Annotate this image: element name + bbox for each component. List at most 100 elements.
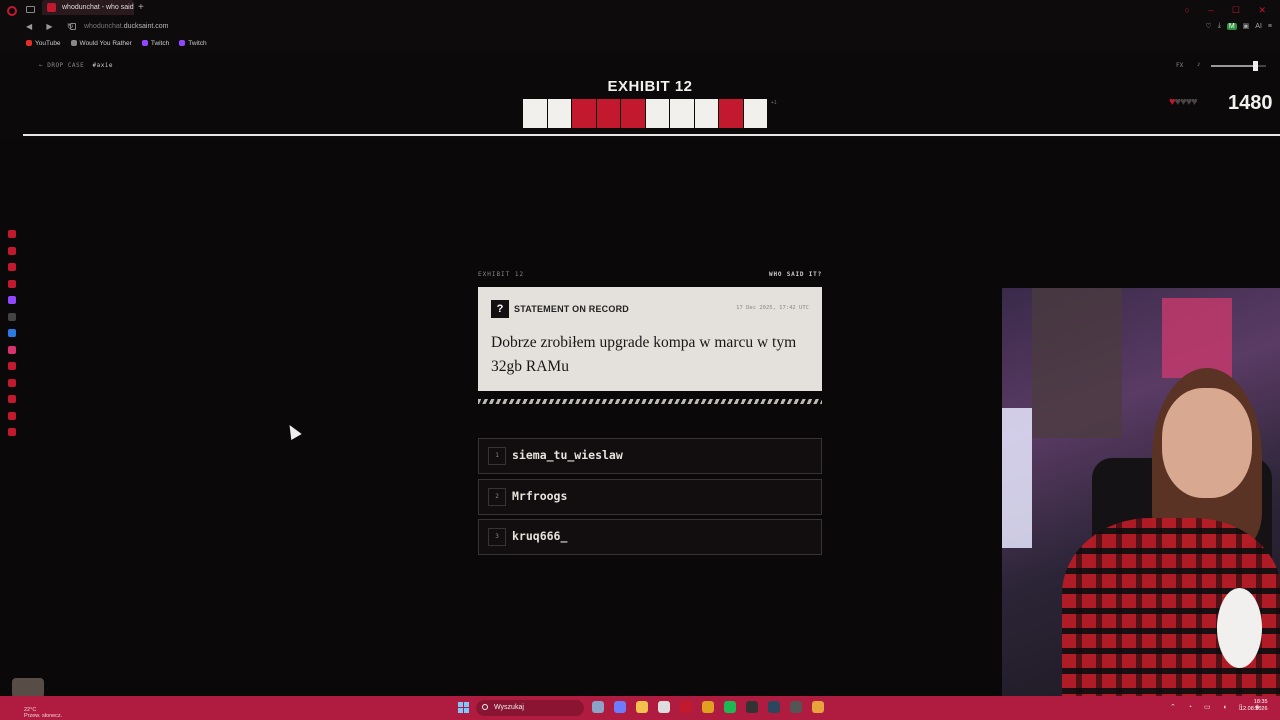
sidebar-more-icon[interactable] <box>8 428 16 436</box>
extensions-area: ♡ ⤓ M ▣ AI ≡ <box>1205 22 1272 30</box>
answer-number: 2 <box>488 487 506 506</box>
browser-tab-active[interactable]: whodunchat - who said <box>42 0 134 15</box>
sidebar-aria-icon[interactable] <box>8 230 16 238</box>
extension-m-icon[interactable]: M <box>1226 22 1237 30</box>
progress-tile-white <box>694 99 718 128</box>
app-icon[interactable] <box>702 701 714 713</box>
progress-tile-red <box>572 99 596 128</box>
sidebar-pin-icon[interactable] <box>8 362 16 370</box>
sidebar-clock-icon[interactable] <box>8 395 16 403</box>
opera-logo-icon[interactable] <box>7 6 17 16</box>
search-icon <box>482 704 488 710</box>
sidebar-instagram-icon[interactable] <box>8 345 16 354</box>
tab-title: whodunchat - who said <box>62 4 134 11</box>
progress-tile-white <box>645 99 669 128</box>
sidebar-settings-icon[interactable] <box>8 279 16 288</box>
file-explorer-icon[interactable] <box>636 701 648 713</box>
streamer-face <box>1162 388 1252 498</box>
answer-number: 1 <box>488 447 506 465</box>
volume-slider[interactable] <box>1211 61 1266 71</box>
sidebar-music-icon[interactable] <box>8 246 16 255</box>
plush-toy <box>1217 588 1262 668</box>
statement-card: ? STATEMENT ON RECORD 17 Dec 2025, 17:42… <box>478 287 822 391</box>
window-controls[interactable]: ○ – ☐ ✕ <box>1184 5 1274 16</box>
task-view-icon[interactable] <box>592 701 604 713</box>
mouse-cursor-icon <box>284 421 302 441</box>
sidebar-x-icon[interactable] <box>8 312 16 321</box>
bookmark-twitch-2[interactable]: Twitch <box>179 40 207 47</box>
channel-name: #axie <box>92 62 114 69</box>
wall-poster <box>1162 298 1232 378</box>
download-icon[interactable]: ⤓ <box>1218 22 1221 30</box>
fx-toggle[interactable]: FX <box>1176 62 1183 69</box>
window-light <box>1002 408 1032 548</box>
bookmark-twitch-1[interactable]: Twitch <box>141 40 169 47</box>
new-tab-icon[interactable]: + <box>138 2 144 13</box>
statement-text: Dobrze zrobiłem upgrade kompa w marcu w … <box>491 334 797 375</box>
progress-tile-white <box>670 99 694 128</box>
webcam-overlay <box>1002 288 1280 700</box>
question-icon: ? <box>491 300 509 318</box>
obs-icon[interactable] <box>790 701 802 713</box>
music-note-icon[interactable]: ♪ <box>1197 61 1201 68</box>
taskbar-apps <box>592 701 824 713</box>
progress-tiles <box>523 99 767 128</box>
windows-start-icon[interactable] <box>458 702 469 713</box>
answer-option-2[interactable]: 2 Mrfroogs <box>478 478 822 515</box>
progress-tile-white <box>523 99 547 128</box>
torn-edge-divider <box>478 399 822 404</box>
twitch-icon <box>179 40 186 46</box>
sidebar-history-icon[interactable] <box>8 378 16 387</box>
browser-sidebar <box>4 230 20 445</box>
store-icon[interactable] <box>658 701 670 713</box>
chrome-icon[interactable] <box>812 701 824 713</box>
youtube-icon <box>26 40 32 46</box>
chat-app-icon[interactable] <box>614 701 626 713</box>
site-favicon-icon <box>47 3 56 12</box>
taskbar-search[interactable]: Wyszukaj <box>476 700 584 716</box>
answer-option-3[interactable]: 3 kruq666_ <box>478 519 822 555</box>
extensions-icon[interactable]: ▣ <box>1243 22 1250 30</box>
weather-text[interactable]: 22°C Przew. słonecz. <box>24 707 62 719</box>
steam-icon[interactable] <box>768 701 780 713</box>
progress-tile-white <box>743 99 767 128</box>
tab-menu-icon[interactable] <box>26 6 35 13</box>
spotify-icon[interactable] <box>724 701 736 713</box>
twitch-icon <box>141 40 148 46</box>
answer-name: kruq666_ <box>512 529 568 543</box>
ai-button[interactable]: AI <box>1255 23 1262 30</box>
sidebar-workspace-icon[interactable] <box>8 263 16 271</box>
wall-portrait <box>1032 288 1122 438</box>
taskbar-clock[interactable]: 18:35 12.08.2026 <box>1240 699 1268 713</box>
bookmark-would-you-rather[interactable]: Would You Rather <box>70 40 132 47</box>
game-header: ← DROP CASE #axie EXHIBIT 12 +1 FX ♪ ♥♥♥… <box>0 52 1280 138</box>
bookmark-icon[interactable]: ♡ <box>1205 22 1211 30</box>
sidebar-twitch-icon[interactable] <box>8 296 16 304</box>
progress-tile-white <box>547 99 571 128</box>
browser-chrome: whodunchat - who said + ○ – ☐ ✕ ◀ ▶ ↻ wh… <box>0 0 1280 52</box>
header-divider <box>23 134 1280 136</box>
volume-fill <box>1211 65 1255 67</box>
answer-name: Mrfroogs <box>512 488 568 503</box>
progress-tile-red <box>621 99 645 128</box>
score: 1480 <box>1228 92 1273 114</box>
answer-name: siema_tu_wieslaw <box>512 448 623 462</box>
lives-hearts: ♥♥♥♥♥ <box>1169 96 1198 108</box>
sidebar-extensions-icon[interactable] <box>8 411 16 420</box>
weather-widget-icon[interactable] <box>12 678 44 698</box>
sidebar-messenger-icon[interactable] <box>8 329 16 337</box>
answer-option-1[interactable]: 1 siema_tu_wieslaw <box>478 438 822 474</box>
bookmarks-bar: YouTube Would You Rather Twitch Twitch <box>26 40 207 47</box>
drop-case-link[interactable]: ← DROP CASE #axie <box>39 62 113 69</box>
volume-thumb[interactable] <box>1253 61 1258 71</box>
exhibit-label: EXHIBIT 12 <box>478 271 525 278</box>
url-field[interactable]: whodunchat.ducksaint.com <box>84 23 168 30</box>
heart-icon: ♥ <box>1191 96 1197 108</box>
bookmark-youtube[interactable]: YouTube <box>26 40 61 47</box>
opera-taskbar-icon[interactable] <box>680 701 692 713</box>
statement-label: STATEMENT ON RECORD <box>514 304 629 314</box>
lock-icon[interactable] <box>70 23 76 30</box>
app-icon-2[interactable] <box>746 701 758 713</box>
menu-icon[interactable]: ≡ <box>1268 23 1272 30</box>
tiles-note: +1 <box>771 100 777 106</box>
